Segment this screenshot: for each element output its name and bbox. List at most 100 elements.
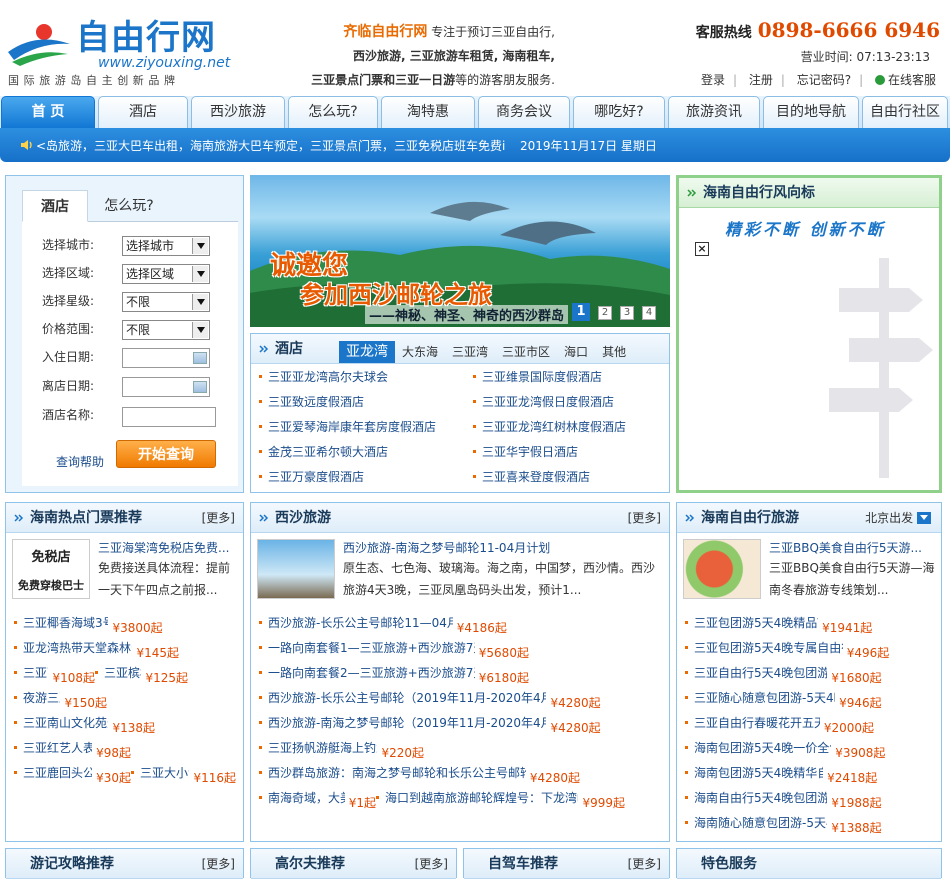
business-hours: 营业时间: 07:13-23:13 bbox=[800, 50, 930, 64]
register-link[interactable]: 注册 bbox=[749, 73, 773, 87]
xisha-feature-title[interactable]: 西沙旅游-南海之梦号邮轮11-04月计划 bbox=[343, 539, 663, 556]
online-service-link[interactable]: 在线客服 bbox=[874, 73, 936, 87]
hotel-tab-yalong-bay[interactable]: 亚龙湾 bbox=[339, 341, 395, 363]
list-item[interactable]: 三亚南山文化苑景点门票 ¥138起 bbox=[14, 716, 156, 741]
search-help-link[interactable]: 查询帮助 bbox=[56, 453, 104, 470]
checkin-date-input[interactable] bbox=[122, 348, 210, 368]
price-select[interactable]: 不限 bbox=[122, 320, 210, 340]
list-item[interactable]: 海南包团游5天4晚一价全包VIC自由 ¥3908起 bbox=[685, 741, 886, 766]
start-search-button[interactable]: 开始查询 bbox=[116, 440, 216, 468]
tab-hotel[interactable]: 酒店 bbox=[98, 96, 188, 128]
announcement-marquee[interactable]: <岛旅游，三亚大巴车出租，海南旅游大巴车预定，三亚景点门票，三亚免税店班车免费i bbox=[36, 137, 506, 154]
hotel-link[interactable]: 三亚爱琴海岸康年套房度假酒店 bbox=[259, 418, 436, 435]
list-item[interactable]: 三亚红艺人表演门票 ¥98起 bbox=[14, 741, 132, 766]
free-travel-feature-title[interactable]: 三亚BBQ美食自由行5天游... bbox=[769, 539, 935, 556]
tab-business-meeting[interactable]: 商务会议 bbox=[478, 96, 570, 128]
list-item[interactable]: 一路向南套餐2—三亚旅游+西沙旅游7天6晚停消 ¥6180起 bbox=[259, 666, 529, 691]
star-select[interactable]: 不限 bbox=[122, 292, 210, 312]
list-item[interactable]: 一路向南套餐1—三亚旅游+西沙旅游7天6晚停消 ¥5680起 bbox=[259, 641, 529, 666]
calendar-icon[interactable] bbox=[193, 352, 207, 364]
list-item[interactable]: 三亚随心随意包团游-5天4晚自由行 ¥946起 bbox=[685, 691, 882, 716]
hotel-name-input[interactable] bbox=[122, 407, 216, 427]
banner-page-4[interactable]: 4 bbox=[642, 306, 656, 320]
hotel-link[interactable]: 三亚维景国际度假酒店 bbox=[473, 368, 602, 385]
hotel-link[interactable]: 三亚致远度假酒店 bbox=[259, 393, 364, 410]
list-item[interactable]: 三亚大小洞天门票 ¥116起 bbox=[131, 766, 237, 791]
area-select[interactable]: 选择区域 bbox=[122, 264, 210, 284]
self-drive-more-link[interactable]: [更多] bbox=[628, 849, 661, 879]
hotel-tab-sanya-city[interactable]: 三亚市区 bbox=[495, 341, 557, 363]
tab-community[interactable]: 自由行社区 bbox=[862, 96, 948, 128]
departure-select[interactable]: 北京出发 bbox=[865, 503, 931, 533]
travel-guide-header: 游记攻略推荐 [更多] bbox=[6, 849, 243, 879]
hotel-link[interactable]: 三亚亚龙湾高尔夫球会 bbox=[259, 368, 388, 385]
forgot-password-link[interactable]: 忘记密码? bbox=[797, 73, 851, 87]
hotel-link[interactable]: 三亚亚龙湾红树林度假酒店 bbox=[473, 418, 626, 435]
search-tab-play[interactable]: 怎么玩? bbox=[94, 190, 164, 222]
hotel-tab-dadonghai[interactable]: 大东海 bbox=[395, 341, 445, 363]
hotel-tab-other[interactable]: 其他 bbox=[595, 341, 633, 363]
checkout-date-input[interactable] bbox=[122, 377, 210, 397]
banner-page-1[interactable]: 1 bbox=[572, 303, 590, 321]
hotel-tab-haikou[interactable]: 海口 bbox=[557, 341, 595, 363]
hotel-tab-sanya-bay[interactable]: 三亚湾 bbox=[445, 341, 495, 363]
search-tab-hotel[interactable]: 酒店 bbox=[22, 190, 88, 222]
free-travel-panel: 海南自由行旅游 北京出发 三亚BBQ美食自由行5天游... 三亚BBQ美食自由行… bbox=[676, 502, 942, 842]
list-item[interactable]: 海南随心随意包团游-5天4晚自由行 ¥1388起 bbox=[685, 816, 882, 841]
list-item[interactable]: 三亚椰香海域3号游艇租赁 ¥3800起 bbox=[14, 616, 163, 641]
list-item[interactable]: 西沙旅游-长乐公主号邮轮（2019年11月-2020年4月航期计划 ¥4280起 bbox=[259, 691, 601, 716]
tab-destination-guide[interactable]: 目的地导航 bbox=[763, 96, 859, 128]
tab-how-to-play[interactable]: 怎么玩? bbox=[288, 96, 378, 128]
promo-banner[interactable]: 诚邀您 参加西沙邮轮之旅 ——神秘、神圣、神奇的西沙群岛 1234 bbox=[250, 175, 670, 327]
city-select[interactable]: 选择城市 bbox=[122, 236, 210, 256]
hotline-number: 0898-6666 6946 bbox=[757, 18, 940, 42]
list-item[interactable]: 海南包团游5天4晚精华自由行（海 ¥2418起 bbox=[685, 766, 878, 791]
list-item[interactable]: 三亚包团游5天4晚精品VIP自由行 ¥1941起 bbox=[685, 616, 873, 641]
tab-food[interactable]: 哪吃好? bbox=[573, 96, 665, 128]
list-item[interactable]: 三亚自由行5天4晚包团游-轻松私家 ¥1680起 bbox=[685, 666, 882, 691]
list-item[interactable]: 三亚槟榔谷门票¥125起 bbox=[95, 666, 189, 691]
travel-guide-more-link[interactable]: [更多] bbox=[202, 849, 235, 879]
price-label: ¥496起 bbox=[842, 641, 890, 666]
list-item[interactable]: 南海奇域，大美西沙 ¥1起 bbox=[259, 791, 377, 816]
hotel-link[interactable]: 三亚亚龙湾假日度假酒店 bbox=[473, 393, 614, 410]
xisha-feature-image[interactable] bbox=[257, 539, 335, 599]
list-item[interactable]: 三亚包团游5天4晚专属自由行（三亚 ¥496起 bbox=[685, 641, 890, 666]
list-item[interactable]: 三亚自由行春暖花开五天游（自助 ¥2000起 bbox=[685, 716, 875, 741]
list-item[interactable]: 西沙旅游-南海之梦号邮轮（2019年11月-2020年4月航期安排 ¥4280起 bbox=[259, 716, 601, 741]
banner-page-2[interactable]: 2 bbox=[598, 306, 612, 320]
close-icon[interactable]: × bbox=[695, 242, 709, 256]
site-logo[interactable]: 自由行网 www.ziyouxing.net 国际旅游岛自主创新品牌 bbox=[6, 18, 236, 88]
list-item[interactable]: 西沙旅游-长乐公主号邮轮11—04月航次计划 ¥4186起 bbox=[259, 616, 507, 641]
header: 自由行网 www.ziyouxing.net 国际旅游岛自主创新品牌 齐临自由行… bbox=[0, 0, 950, 96]
banner-page-3[interactable]: 3 bbox=[620, 306, 634, 320]
tickets-feature-image[interactable]: 免税店 免费穿梭巴士 bbox=[12, 539, 90, 599]
list-item[interactable]: 海口到越南旅游邮轮辉煌号：下龙湾岘港芽庄 ¥999起 bbox=[376, 791, 626, 816]
hotel-link[interactable]: 金茂三亚希尔顿大酒店 bbox=[259, 443, 388, 460]
list-item[interactable]: 三亚扬帆游艇海上钓鱼俱乐部 ¥220起 bbox=[259, 741, 425, 766]
list-item[interactable]: 夜游三亚湾门票¥150起 bbox=[14, 691, 108, 716]
travel-trend-title: 海南自由行风向标 bbox=[703, 185, 815, 201]
tab-xisha[interactable]: 西沙旅游 bbox=[191, 96, 285, 128]
tab-deals[interactable]: 淘特惠 bbox=[381, 96, 475, 128]
price-label: ¥1起 bbox=[344, 791, 377, 816]
intro-line3-a: 三亚景点门票和三亚一日游 bbox=[311, 73, 456, 87]
login-link[interactable]: 登录 bbox=[701, 73, 725, 87]
list-item[interactable]: 海南自由行5天4晚包团游-轻松私家 ¥1988起 bbox=[685, 791, 882, 816]
list-item[interactable]: 三亚鹿回头公园门票 ¥30起 bbox=[14, 766, 132, 791]
tab-home[interactable]: 首 页 bbox=[1, 96, 95, 128]
price-select-value: 不限 bbox=[126, 323, 151, 337]
tab-travel-news[interactable]: 旅游资讯 bbox=[668, 96, 760, 128]
hotel-link[interactable]: 三亚万豪度假酒店 bbox=[259, 468, 364, 485]
calendar-icon[interactable] bbox=[193, 381, 207, 393]
list-item[interactable]: 三亚西岛门票¥108起 bbox=[14, 666, 96, 691]
tickets-feature-title[interactable]: 三亚海棠湾免税店免费... bbox=[98, 539, 237, 556]
hotel-link[interactable]: 三亚喜来登度假酒店 bbox=[473, 468, 590, 485]
xisha-more-link[interactable]: [更多] bbox=[628, 503, 661, 533]
free-travel-feature-image[interactable] bbox=[683, 539, 761, 599]
tickets-more-link[interactable]: [更多] bbox=[202, 503, 235, 533]
list-item[interactable]: 西沙群岛旅游：南海之梦号邮轮和长乐公主号邮轮费用报价 ¥4280起 bbox=[259, 766, 581, 791]
hotel-link[interactable]: 三亚华宇假日酒店 bbox=[473, 443, 578, 460]
golf-more-link[interactable]: [更多] bbox=[415, 849, 448, 879]
list-item[interactable]: 亚龙湾热带天堂森林公园门票 ¥145起 bbox=[14, 641, 180, 666]
